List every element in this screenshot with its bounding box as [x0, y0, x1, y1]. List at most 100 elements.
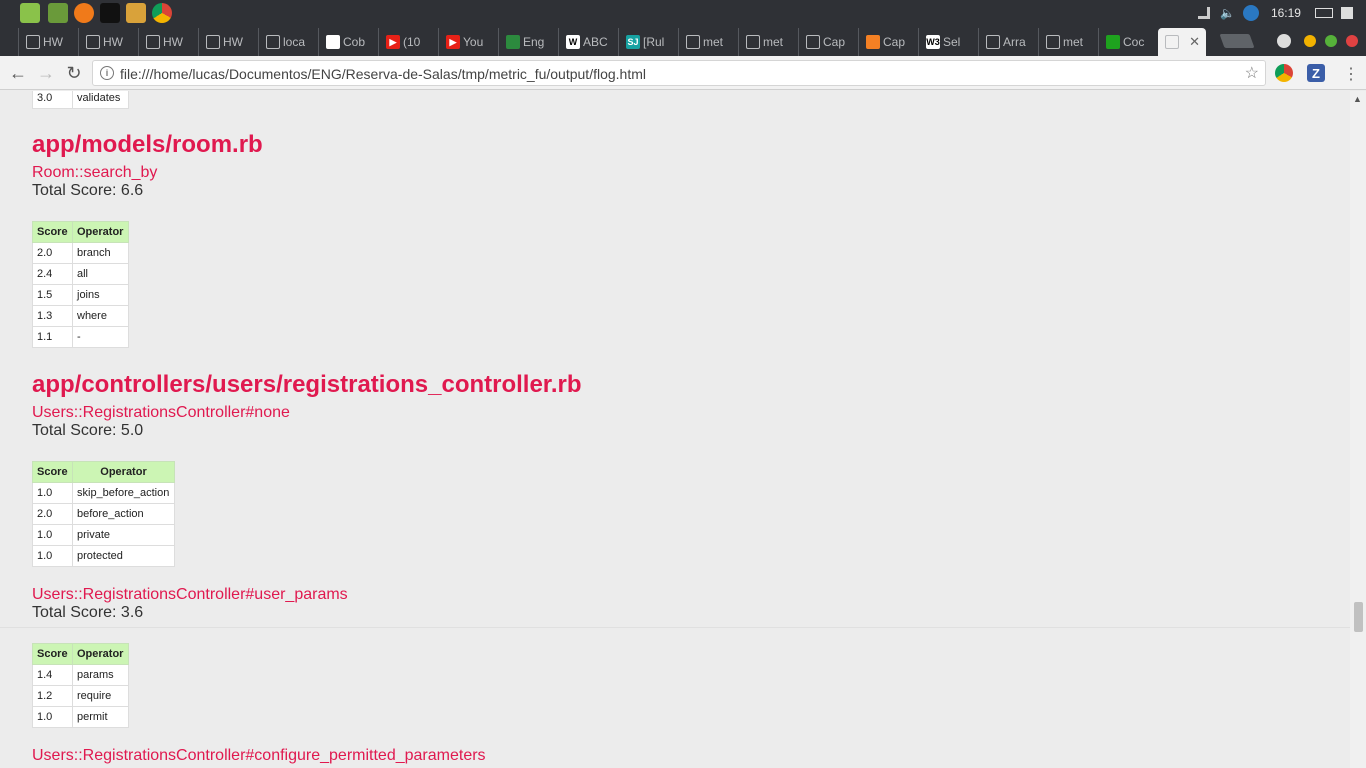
- browser-tab[interactable]: W ABC: [558, 28, 620, 56]
- table-row: 1.5 joins: [32, 284, 129, 306]
- method-name[interactable]: Users::RegistrationsController#user_para…: [32, 586, 348, 604]
- info-icon[interactable]: i: [100, 66, 114, 80]
- file-title: app/controllers/users/registrations_cont…: [32, 371, 582, 398]
- profile-icon[interactable]: [1277, 34, 1291, 48]
- doc-icon: [86, 35, 100, 49]
- table-row: 3.0 validates: [32, 91, 129, 109]
- new-tab-button[interactable]: [1219, 34, 1255, 48]
- table-header-row: Score Operator: [32, 221, 129, 243]
- browser-tab[interactable]: met: [1038, 28, 1100, 56]
- table-row: 1.0 skip_before_action: [32, 482, 175, 504]
- forward-arrow-icon[interactable]: →: [35, 62, 57, 84]
- operator-cell: where: [72, 305, 129, 327]
- score-cell: 2.0: [32, 242, 73, 264]
- extension-z-icon[interactable]: Z: [1307, 64, 1325, 82]
- operator-header: Operator: [72, 461, 175, 483]
- table-row: 1.4 params: [32, 664, 129, 686]
- tab-label: Arra: [1003, 35, 1026, 49]
- score-cell: 1.1: [32, 326, 73, 348]
- browser-tab[interactable]: loca: [258, 28, 320, 56]
- doc-icon: [26, 35, 40, 49]
- firefox-icon[interactable]: [74, 3, 94, 23]
- desktop-icon[interactable]: [48, 3, 68, 23]
- browser-tab[interactable]: ▶ (10: [378, 28, 440, 56]
- divider: [0, 627, 1350, 628]
- browser-tab[interactable]: Coc: [1098, 28, 1160, 56]
- score-table: Score Operator 1.4 params 1.2 require 1.0 p…: [32, 643, 129, 728]
- browser-tab[interactable]: HW: [78, 28, 140, 56]
- address-bar[interactable]: i file:///home/lucas/Documentos/ENG/Rese…: [92, 60, 1266, 86]
- operator-cell: joins: [72, 284, 129, 306]
- url-text[interactable]: file:///home/lucas/Documentos/ENG/Reserv…: [120, 66, 646, 82]
- browser-tab[interactable]: Cap: [798, 28, 860, 56]
- windows-icon[interactable]: [1340, 7, 1353, 19]
- score-cell: 2.4: [32, 263, 73, 285]
- maximize-button[interactable]: [1325, 35, 1337, 47]
- menu-dots-icon[interactable]: ⋮: [1343, 64, 1359, 84]
- method-name[interactable]: Users::RegistrationsController#none: [32, 404, 290, 422]
- tab-label: met: [763, 35, 784, 49]
- shield-icon[interactable]: [1242, 5, 1259, 21]
- close-tab-icon[interactable]: ✕: [1189, 34, 1200, 50]
- score-cell: 1.4: [32, 664, 73, 686]
- reload-icon[interactable]: ↻: [63, 62, 85, 84]
- browser-tab[interactable]: W3 Sel: [918, 28, 980, 56]
- doc-icon: [146, 35, 160, 49]
- doc-icon: [1046, 35, 1060, 49]
- system-tray: 🔈 16:19: [1198, 0, 1353, 26]
- chrome-icon[interactable]: [152, 3, 172, 23]
- terminal-icon[interactable]: [100, 3, 120, 23]
- total-score: Total Score: 6.6: [32, 182, 144, 199]
- total-score: Total Score: 5.0: [32, 422, 144, 439]
- browser-tab[interactable]: Cap: [858, 28, 920, 56]
- tab-strip: HW HW HW HW loca Cob ▶ (10 ▶ You Eng W ABC SJ [Rul met m…: [0, 26, 1366, 56]
- browser-tab[interactable]: ✕: [1158, 28, 1206, 56]
- score-cell: 1.0: [32, 545, 73, 567]
- scroll-up-icon[interactable]: ▲: [1353, 94, 1362, 104]
- score-table: Score Operator 2.0 branch 2.4 all 1.5 joins…: [32, 221, 129, 348]
- operator-cell: skip_before_action: [72, 482, 175, 504]
- tab-label: Coc: [1123, 35, 1145, 49]
- browser-tab[interactable]: HW: [18, 28, 80, 56]
- method-name[interactable]: Users::RegistrationsController#configure…: [32, 747, 486, 765]
- browser-tab[interactable]: met: [738, 28, 800, 56]
- score-cell: 3.0: [32, 91, 73, 109]
- star-icon[interactable]: ☆: [1245, 63, 1259, 83]
- minimize-button[interactable]: [1304, 35, 1316, 47]
- browser-tab[interactable]: SJ [Rul: [618, 28, 680, 56]
- operator-cell: private: [72, 524, 175, 546]
- score-cell: 1.3: [32, 305, 73, 327]
- mint-menu-icon[interactable]: [20, 3, 40, 23]
- tab-label: You: [463, 35, 484, 49]
- extension-chrome-icon[interactable]: [1275, 64, 1293, 82]
- files-icon[interactable]: [126, 3, 146, 23]
- tab-label: [Rul: [643, 35, 665, 49]
- browser-tab[interactable]: Eng: [498, 28, 560, 56]
- operator-cell: before_action: [72, 503, 175, 525]
- tab-label: Cap: [883, 35, 906, 49]
- browser-tab[interactable]: ▶ You: [438, 28, 500, 56]
- browser-tab[interactable]: met: [678, 28, 740, 56]
- browser-tab[interactable]: HW: [198, 28, 260, 56]
- close-window-button[interactable]: [1346, 35, 1358, 47]
- browser-tab[interactable]: HW: [138, 28, 200, 56]
- score-cell: 2.0: [32, 503, 73, 525]
- score-header: Score: [32, 221, 73, 243]
- volume-icon[interactable]: 🔈: [1220, 6, 1235, 20]
- table-row: 1.0 permit: [32, 706, 129, 728]
- score-header: Score: [32, 461, 73, 483]
- score-cell: 1.2: [32, 685, 73, 707]
- back-arrow-icon[interactable]: ←: [7, 62, 29, 84]
- battery-icon[interactable]: [1314, 8, 1333, 18]
- vertical-scrollbar[interactable]: ▲: [1350, 91, 1366, 768]
- method-name[interactable]: Room::search_by: [32, 164, 157, 182]
- score-cell: 1.0: [32, 482, 73, 504]
- scroll-thumb[interactable]: [1354, 602, 1363, 632]
- browser-tab[interactable]: Arra: [978, 28, 1040, 56]
- clock[interactable]: 16:19: [1271, 6, 1301, 20]
- os-taskbar: 🔈 16:19: [0, 0, 1366, 26]
- doc-icon: [1165, 35, 1179, 49]
- network-icon[interactable]: [1198, 7, 1210, 19]
- tab-label: ABC: [583, 35, 608, 49]
- browser-tab[interactable]: Cob: [318, 28, 380, 56]
